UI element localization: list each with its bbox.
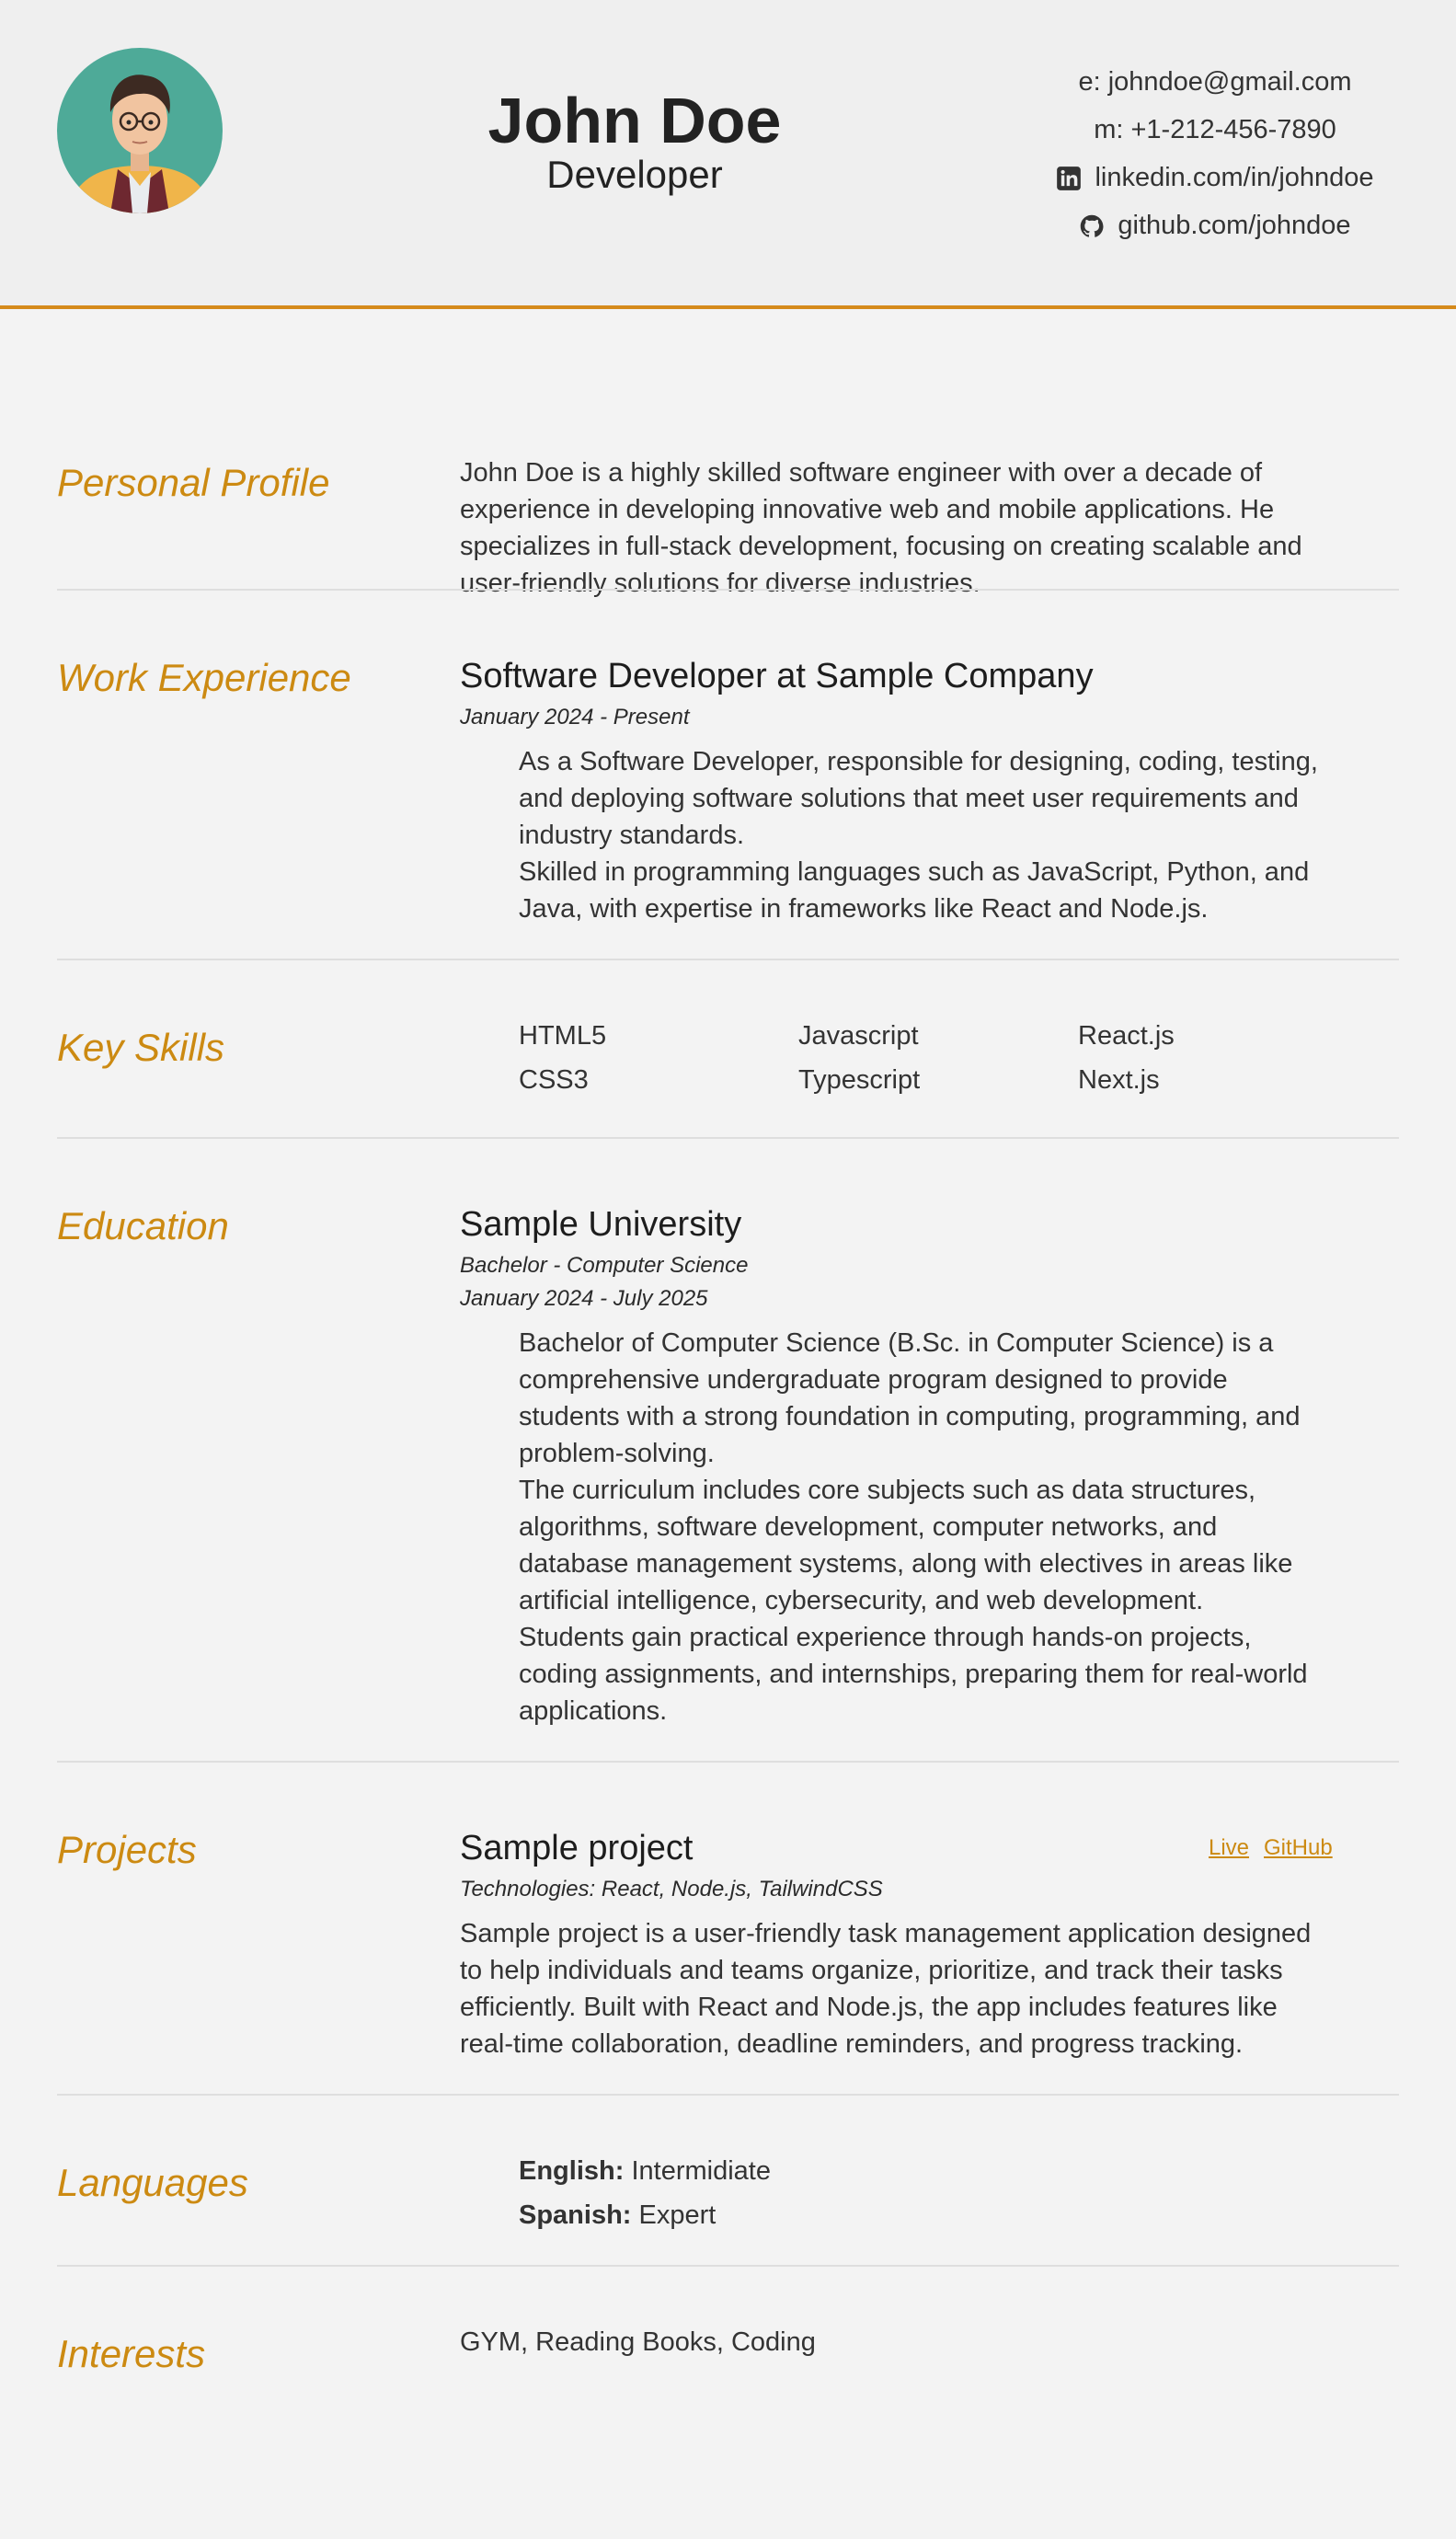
contact-github[interactable]: github.com/johndoe: [1031, 204, 1399, 252]
divider: [57, 959, 1399, 960]
skill-item: Next.js: [1078, 1065, 1160, 1095]
contact-email[interactable]: e: johndoe@gmail.com: [1031, 61, 1399, 109]
section-title-languages: Languages: [57, 2161, 248, 2204]
linkedin-icon: [1056, 166, 1082, 191]
education-paragraph: The curriculum includes core subjects su…: [519, 1476, 1293, 1615]
divider: [57, 589, 1399, 591]
section-title-interests: Interests: [57, 2332, 206, 2375]
job-title: Software Developer at Sample Company: [460, 657, 1094, 695]
education-paragraph: Bachelor of Computer Science (B.Sc. in C…: [519, 1328, 1301, 1468]
job-dates: January 2024 - Present: [460, 705, 690, 730]
section-title-projects: Projects: [57, 1828, 197, 1871]
contact-info: e: johndoe@gmail.com m: +1-212-456-7890 …: [1031, 61, 1399, 252]
language-name: Spanish:: [519, 2200, 632, 2230]
language-item: English: Intermidiate: [519, 2153, 771, 2189]
language-name: English:: [519, 2156, 625, 2186]
section-title-education: Education: [57, 1204, 229, 1247]
github-link[interactable]: github.com/johndoe: [1118, 211, 1350, 240]
language-level: Intermidiate: [631, 2156, 771, 2186]
language-level: Expert: [638, 2200, 717, 2230]
github-icon: [1079, 213, 1105, 239]
contact-linkedin[interactable]: linkedin.com/in/johndoe: [1031, 156, 1399, 204]
divider: [57, 2094, 1399, 2096]
project-github-link[interactable]: GitHub: [1264, 1834, 1333, 1862]
section-title-skills: Key Skills: [57, 1026, 225, 1069]
job-bullet: As a Software Developer, responsible for…: [519, 747, 1318, 850]
resume-header: John Doe Developer e: johndoe@gmail.com …: [0, 0, 1456, 309]
project-technologies: Technologies: React, Node.js, TailwindCS…: [460, 1877, 883, 1901]
school-name: Sample University: [460, 1205, 742, 1244]
language-item: Spanish: Expert: [519, 2197, 716, 2234]
section-title-work: Work Experience: [57, 656, 351, 699]
skill-item: Javascript: [798, 1021, 919, 1051]
contact-phone[interactable]: m: +1-212-456-7890: [1031, 109, 1399, 156]
profile-text: John Doe is a highly skilled software en…: [460, 458, 1302, 598]
interests-text: GYM, Reading Books, Coding: [460, 2327, 816, 2357]
skill-item: CSS3: [519, 1065, 589, 1095]
job-bullet: Skilled in programming languages such as…: [519, 857, 1310, 924]
project-description: Sample project is a user-friendly task m…: [460, 1919, 1312, 2059]
section-title-profile: Personal Profile: [57, 461, 330, 504]
project-name: Sample project: [460, 1829, 694, 1867]
project-live-link[interactable]: Live: [1209, 1834, 1249, 1862]
divider: [57, 2265, 1399, 2267]
education-dates: January 2024 - July 2025: [460, 1286, 708, 1311]
degree-name: Bachelor - Computer Science: [460, 1253, 749, 1278]
divider: [57, 1137, 1399, 1139]
education-paragraph: Students gain practical experience throu…: [519, 1623, 1308, 1726]
skill-item: HTML5: [519, 1021, 607, 1051]
divider: [57, 1761, 1399, 1763]
linkedin-link[interactable]: linkedin.com/in/johndoe: [1095, 163, 1373, 192]
skill-item: Typescript: [798, 1065, 921, 1095]
skill-item: React.js: [1078, 1021, 1175, 1051]
